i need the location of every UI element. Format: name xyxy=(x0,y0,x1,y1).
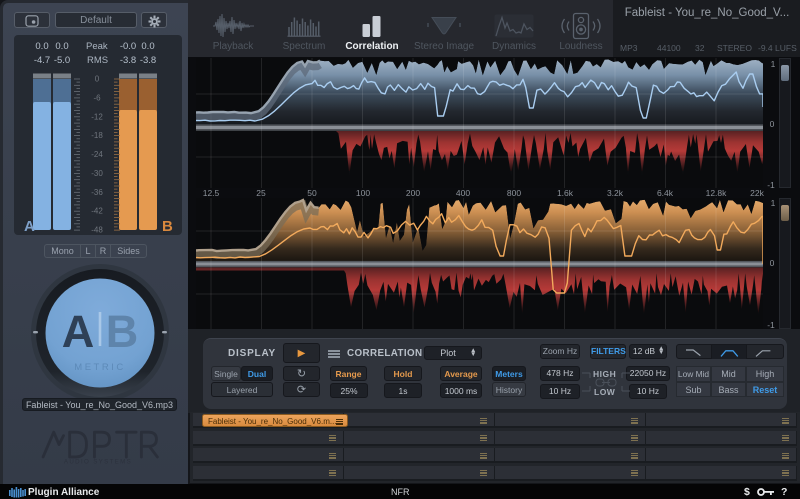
svg-text:0: 0 xyxy=(95,75,100,84)
svg-text:-18: -18 xyxy=(91,131,103,140)
svg-text:B: B xyxy=(106,306,139,357)
svg-text:AUDIO SYSTEMS: AUDIO SYSTEMS xyxy=(64,459,132,465)
svg-text:B: B xyxy=(162,218,173,235)
svg-text:A: A xyxy=(24,218,35,235)
svg-text:-12: -12 xyxy=(91,112,103,121)
svg-text:-48: -48 xyxy=(91,226,103,235)
svg-text:-6: -6 xyxy=(93,93,101,102)
svg-text:-30: -30 xyxy=(91,169,103,178)
svg-text:A: A xyxy=(62,306,95,357)
svg-text:-42: -42 xyxy=(91,207,103,216)
svg-text:METRIC: METRIC xyxy=(74,362,125,373)
svg-text:-36: -36 xyxy=(91,188,103,197)
svg-text:-24: -24 xyxy=(91,150,103,159)
